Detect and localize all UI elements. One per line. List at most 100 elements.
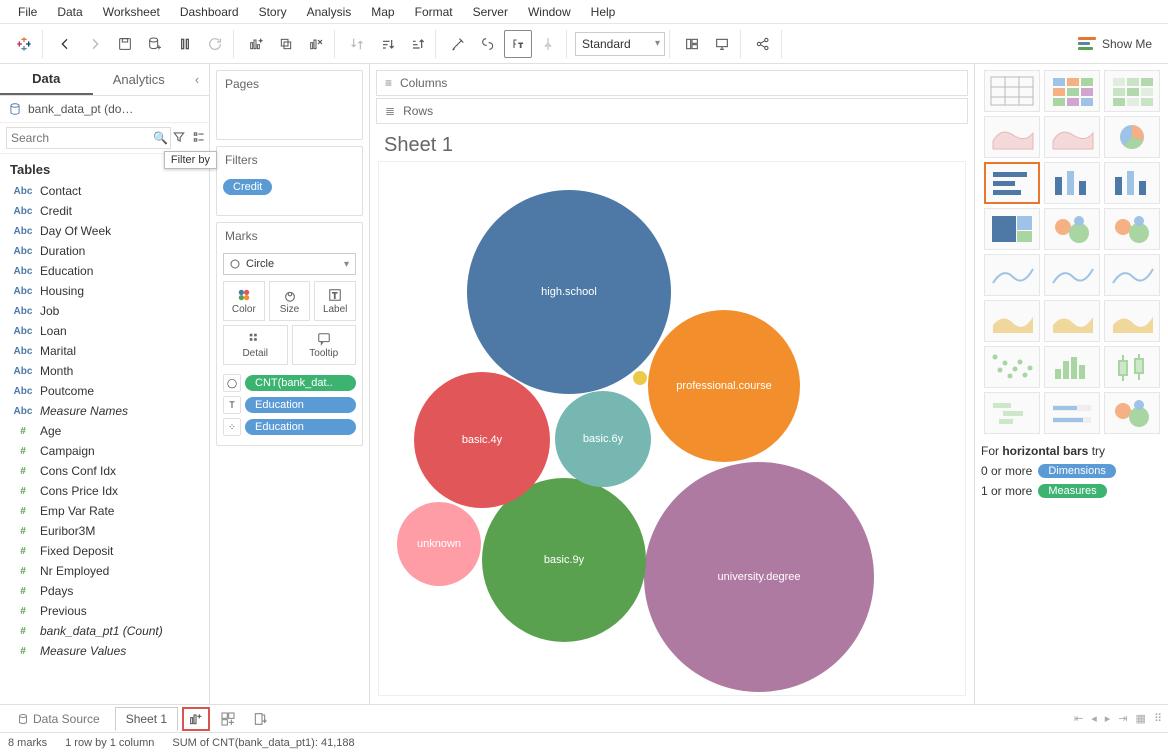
bubble-professional-course[interactable]: professional.course — [648, 310, 800, 462]
fit-select[interactable]: Standard — [575, 32, 665, 56]
duplicate-sheet-button[interactable] — [272, 30, 300, 58]
showme-treemap[interactable] — [984, 208, 1040, 250]
menu-data[interactable]: Data — [47, 2, 92, 22]
new-story-tab-button[interactable] — [246, 707, 274, 731]
showme-packed[interactable] — [1104, 392, 1160, 434]
bubble-illiterate[interactable] — [633, 371, 647, 385]
tab-prev-icon[interactable]: ◂ — [1091, 712, 1097, 725]
field-loan[interactable]: AbcLoan — [0, 321, 209, 341]
search-icon[interactable]: 🔍 — [153, 131, 168, 145]
back-button[interactable] — [51, 30, 79, 58]
mark-pill-education[interactable]: Education — [245, 397, 356, 413]
menu-dashboard[interactable]: Dashboard — [170, 2, 249, 22]
menu-worksheet[interactable]: Worksheet — [93, 2, 170, 22]
highlight-button[interactable] — [444, 30, 472, 58]
filters-shelf[interactable]: Filters Credit — [216, 146, 363, 216]
showme-map-fill[interactable] — [1044, 116, 1100, 158]
collapse-pane-icon[interactable]: ‹ — [185, 64, 209, 95]
forward-button[interactable] — [81, 30, 109, 58]
presentation-button[interactable] — [708, 30, 736, 58]
menu-story[interactable]: Story — [249, 2, 297, 22]
columns-shelf[interactable]: ≡ Columns — [376, 70, 968, 96]
field-measure-values[interactable]: #Measure Values — [0, 641, 209, 661]
showme-gantt[interactable] — [984, 392, 1040, 434]
showme-line-cont[interactable] — [984, 254, 1040, 296]
tab-next-icon[interactable]: ▸ — [1105, 712, 1111, 725]
marks-detail-button[interactable]: Detail — [223, 325, 288, 365]
mark-pill-cnt-bank-dat-[interactable]: CNT(bank_dat.. — [245, 375, 356, 391]
showme-vbar[interactable] — [1044, 162, 1100, 204]
bubble-unknown[interactable]: unknown — [397, 502, 481, 586]
field-housing[interactable]: AbcHousing — [0, 281, 209, 301]
menu-window[interactable]: Window — [518, 2, 581, 22]
showme-pie[interactable] — [1104, 116, 1160, 158]
field-duration[interactable]: AbcDuration — [0, 241, 209, 261]
save-button[interactable] — [111, 30, 139, 58]
field-contact[interactable]: AbcContact — [0, 181, 209, 201]
sort-asc-button[interactable] — [373, 30, 401, 58]
tab-last-icon[interactable]: ⇥ — [1118, 712, 1127, 725]
showme-side-bars[interactable] — [1104, 162, 1160, 204]
showme-histogram[interactable] — [1044, 346, 1100, 388]
mark-type-select[interactable]: Circle — [223, 253, 356, 275]
showme-box[interactable] — [1104, 346, 1160, 388]
field-nr-employed[interactable]: #Nr Employed — [0, 561, 209, 581]
marks-color-button[interactable]: Color — [223, 281, 265, 321]
showme-highlight-table[interactable] — [1104, 70, 1160, 112]
showme-packed-bubbles[interactable] — [1104, 208, 1160, 250]
showme-map-symbol[interactable] — [984, 116, 1040, 158]
showme-dual-line[interactable] — [1104, 254, 1160, 296]
rows-shelf[interactable]: ≣ Rows — [376, 98, 968, 124]
menu-server[interactable]: Server — [463, 2, 518, 22]
marks-size-button[interactable]: Size — [269, 281, 311, 321]
showme-area-disc[interactable] — [1044, 300, 1100, 342]
marks-tooltip-button[interactable]: Tooltip — [292, 325, 357, 365]
pause-updates-button[interactable] — [171, 30, 199, 58]
sheet-title[interactable]: Sheet 1 — [370, 124, 974, 157]
tab-datasource[interactable]: Data Source — [6, 707, 111, 731]
sort-tabs-icon[interactable]: ⠿ — [1154, 712, 1162, 725]
field-previous[interactable]: #Previous — [0, 601, 209, 621]
share-button[interactable] — [749, 30, 777, 58]
field-day-of-week[interactable]: AbcDay Of Week — [0, 221, 209, 241]
field-bank-data-pt1-count-[interactable]: #bank_data_pt1 (Count) — [0, 621, 209, 641]
field-fixed-deposit[interactable]: #Fixed Deposit — [0, 541, 209, 561]
clear-sheet-button[interactable] — [302, 30, 330, 58]
show-cards-button[interactable] — [678, 30, 706, 58]
field-euribor3m[interactable]: #Euribor3M — [0, 521, 209, 541]
tab-analytics[interactable]: Analytics — [93, 64, 186, 95]
field-credit[interactable]: AbcCredit — [0, 201, 209, 221]
labels-toggle-button[interactable]: T — [504, 30, 532, 58]
show-me-button[interactable]: Show Me — [1068, 37, 1162, 51]
showme-heatmap[interactable] — [1044, 70, 1100, 112]
showme-circle-views[interactable] — [1044, 208, 1100, 250]
field-job[interactable]: AbcJob — [0, 301, 209, 321]
showme-bullet[interactable] — [1044, 392, 1100, 434]
menu-format[interactable]: Format — [405, 2, 463, 22]
field-cons-price-idx[interactable]: #Cons Price Idx — [0, 481, 209, 501]
new-datasource-button[interactable] — [141, 30, 169, 58]
new-worksheet-button[interactable] — [242, 30, 270, 58]
bubble-basic-6y[interactable]: basic.6y — [555, 391, 651, 487]
showme-scatter[interactable] — [984, 346, 1040, 388]
filter-pill-credit[interactable]: Credit — [223, 179, 272, 195]
pages-shelf[interactable]: Pages — [216, 70, 363, 140]
bubble-chart[interactable]: university.degreehigh.schoolbasic.9yprof… — [378, 161, 966, 696]
bubble-university-degree[interactable]: university.degree — [644, 462, 874, 692]
mark-pill-education[interactable]: Education — [245, 419, 356, 435]
menu-help[interactable]: Help — [581, 2, 626, 22]
field-month[interactable]: AbcMonth — [0, 361, 209, 381]
group-button[interactable] — [474, 30, 502, 58]
field-measure-names[interactable]: AbcMeasure Names — [0, 401, 209, 421]
marks-label-button[interactable]: TLabel — [314, 281, 356, 321]
field-marital[interactable]: AbcMarital — [0, 341, 209, 361]
field-campaign[interactable]: #Campaign — [0, 441, 209, 461]
showme-table[interactable] — [984, 70, 1040, 112]
field-age[interactable]: #Age — [0, 421, 209, 441]
refresh-button[interactable] — [201, 30, 229, 58]
datasource-row[interactable]: bank_data_pt (do… — [0, 96, 209, 123]
view-options-icon[interactable] — [192, 130, 206, 147]
field-pdays[interactable]: #Pdays — [0, 581, 209, 601]
new-dashboard-tab-button[interactable] — [214, 707, 242, 731]
menu-file[interactable]: File — [8, 2, 47, 22]
